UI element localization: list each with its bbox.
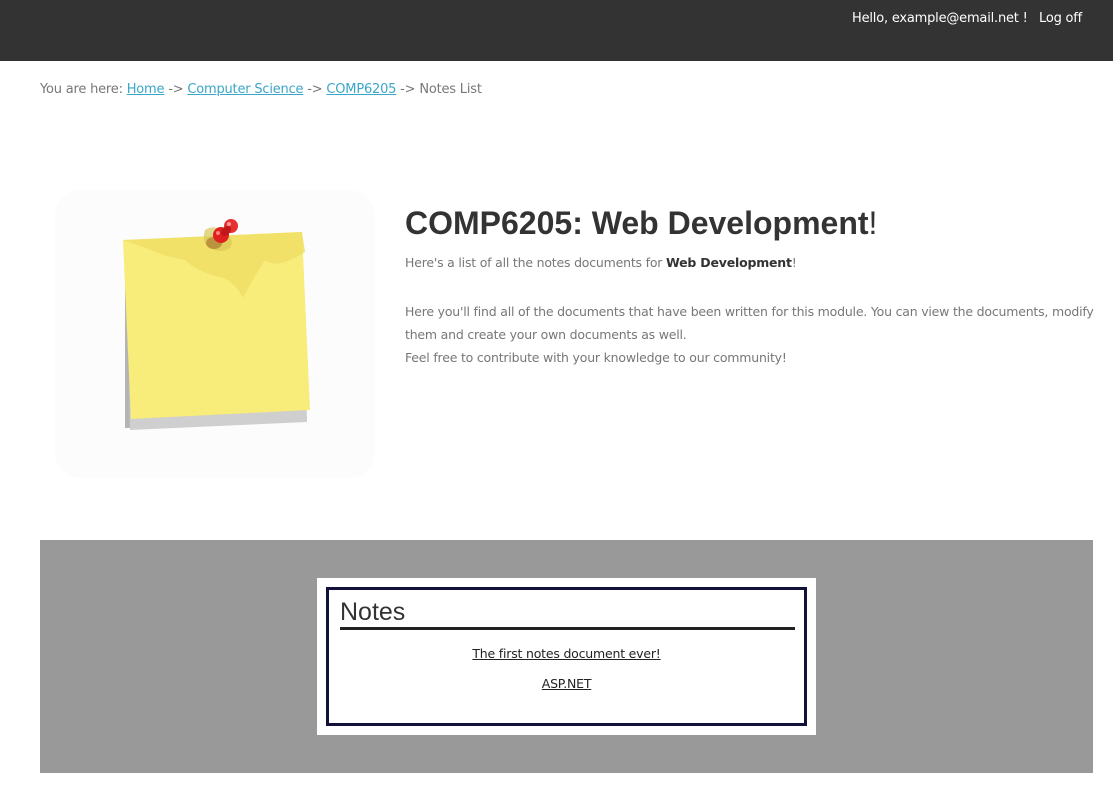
page-title: COMP6205: Web Development! xyxy=(405,205,877,242)
breadcrumb-comp6205-link[interactable]: COMP6205 xyxy=(326,82,396,97)
notes-panel: Notes The first notes document ever! ASP… xyxy=(40,540,1093,773)
breadcrumb-separator: -> xyxy=(303,82,327,97)
breadcrumb-current: Notes List xyxy=(419,82,482,97)
description-line-2: Feel free to contribute with your knowle… xyxy=(405,350,787,365)
breadcrumb-prefix: You are here: xyxy=(40,82,123,97)
breadcrumb-separator: -> xyxy=(396,82,420,97)
intro-module-name: Web Development xyxy=(665,255,792,270)
module-description: Here you'll find all of the documents th… xyxy=(405,300,1095,369)
description-line-1: Here you'll find all of the documents th… xyxy=(405,304,1094,342)
top-navbar: Hello, example@email.net ! Log off xyxy=(0,0,1113,61)
intro-text: Here's a list of all the notes documents… xyxy=(405,255,797,270)
log-off-link[interactable]: Log off xyxy=(1039,11,1082,26)
breadcrumb: You are here: Home -> Computer Science -… xyxy=(40,82,482,97)
breadcrumb-home-link[interactable]: Home xyxy=(127,82,165,97)
breadcrumb-separator: -> xyxy=(164,82,188,97)
user-greeting: Hello, example@email.net ! xyxy=(852,11,1028,26)
document-link[interactable]: ASP.NET xyxy=(329,676,804,691)
sticky-note-pin-icon xyxy=(123,219,310,430)
document-link[interactable]: The first notes document ever! xyxy=(329,646,804,661)
page-title-text: COMP6205: Web Development xyxy=(405,205,869,241)
page-title-suffix: ! xyxy=(868,205,878,241)
notes-heading: Notes xyxy=(340,598,795,630)
sticky-note-image xyxy=(55,190,375,478)
breadcrumb-computer-science-link[interactable]: Computer Science xyxy=(187,82,303,97)
notes-card-border: Notes The first notes document ever! ASP… xyxy=(326,587,807,726)
intro-suffix: ! xyxy=(791,255,797,270)
notes-card: Notes The first notes document ever! ASP… xyxy=(317,578,816,735)
intro-prefix: Here's a list of all the notes documents… xyxy=(405,255,666,270)
notes-document-list: The first notes document ever! ASP.NET xyxy=(329,646,804,706)
